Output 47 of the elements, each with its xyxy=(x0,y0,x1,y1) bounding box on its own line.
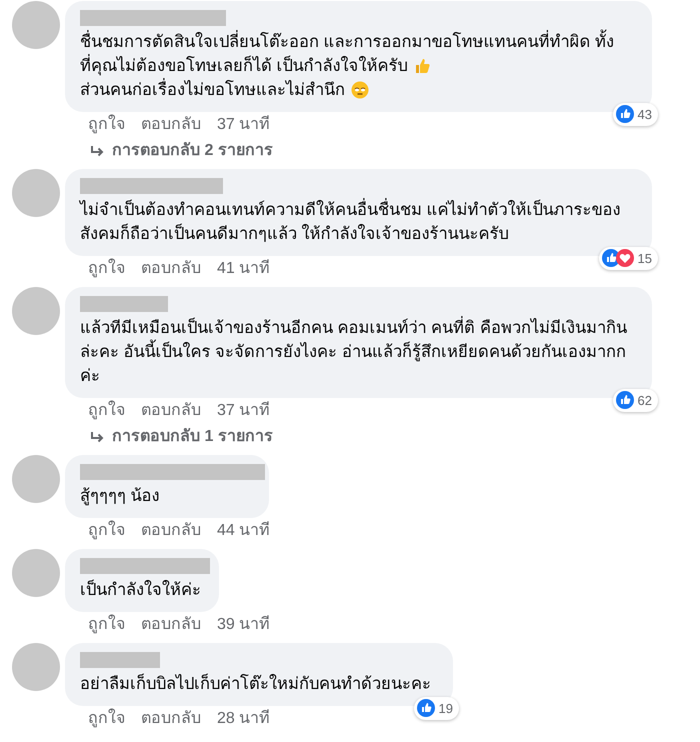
reaction-badge[interactable]: 19 xyxy=(414,696,459,720)
avatar[interactable] xyxy=(12,1,60,49)
reply-link[interactable]: ตอบกลับ xyxy=(141,400,201,421)
timestamp[interactable]: 28 นาที xyxy=(217,708,270,729)
comment-text: ชื่นชมการตัดสินใจเปลี่ยนโต๊ะออก และการออกมาขอโทษแทนคนที่ทำผิด ทั้ง xyxy=(80,30,614,54)
timestamp[interactable]: 37 นาที xyxy=(217,114,270,135)
comment-text: สังคมก็ถือว่าเป็นคนดีมากๆแล้ว ให้กำลังใจเจ้าของร้านนะครับ xyxy=(80,222,509,245)
timestamp[interactable]: 44 นาที xyxy=(217,520,270,541)
comment-text: ค่ะ xyxy=(80,366,100,387)
reply-arrow-icon xyxy=(90,144,104,158)
reaction-badge[interactable]: 15 xyxy=(598,246,658,270)
reply-arrow-icon xyxy=(90,430,104,444)
like-link[interactable]: ถูกใจ xyxy=(88,708,125,729)
comment-text: แล้วทีมีเหมือนเป็นเจ้าของร้านอีกคน คอมเมนท์ว่า คนที่ติ คือพวกไม่มีเงินมากิน xyxy=(80,316,627,340)
avatar[interactable] xyxy=(12,287,60,335)
reply-link[interactable]: ตอบกลับ xyxy=(141,114,201,135)
timestamp[interactable]: 39 นาที xyxy=(217,614,270,635)
reaction-count: 19 xyxy=(438,700,453,718)
view-replies-link[interactable]: การตอบกลับ 2 รายการ xyxy=(90,141,273,161)
comment-text: ที่คุณไม่ต้องขอโทษเลยก็ได้ เป็นกำลังใจให้ครับ xyxy=(80,54,408,78)
reaction-count: 62 xyxy=(638,392,652,410)
avatar[interactable] xyxy=(12,643,60,691)
reaction-badge[interactable]: 62 xyxy=(612,388,658,412)
reaction-badge[interactable]: 43 xyxy=(612,102,658,126)
comment-text: อย่าลืมเก็บบิลไปเก็บค่าโต๊ะใหม่กับคนทำด้วยนะคะ xyxy=(80,672,431,695)
like-link[interactable]: ถูกใจ xyxy=(88,614,125,635)
avatar[interactable] xyxy=(12,169,60,217)
timestamp[interactable]: 37 นาที xyxy=(217,400,270,421)
reaction-count: 15 xyxy=(638,250,652,268)
reply-link[interactable]: ตอบกลับ xyxy=(141,708,201,729)
reply-link[interactable]: ตอบกลับ xyxy=(141,614,201,635)
reply-link[interactable]: ตอบกลับ xyxy=(141,258,201,279)
comment-text: สู้ๆๆๆๆ น้อง xyxy=(80,486,160,508)
like-link[interactable]: ถูกใจ xyxy=(88,114,125,135)
comment-text: ไม่จำเป็นต้องทำคอนเทนท์ความดีให้คนอื่นชื่นชม แค่ไม่ทำตัวให้เป็นภาระของ xyxy=(80,198,621,222)
avatar[interactable] xyxy=(12,549,60,597)
timestamp[interactable]: 41 นาที xyxy=(217,258,270,279)
like-link[interactable]: ถูกใจ xyxy=(88,520,125,541)
view-replies-link[interactable]: การตอบกลับ 1 รายการ xyxy=(90,427,273,447)
like-link[interactable]: ถูกใจ xyxy=(88,400,125,421)
comment-text: ส่วนคนก่อเรื่องไม่ขอโทษและไม่สำนึก xyxy=(80,78,345,102)
reply-link[interactable]: ตอบกลับ xyxy=(141,520,201,541)
comment-text: ล่ะคะ อันนี้เป็นใคร จะจัดการยังไงคะ อ่านแล้วก็รู้สึกเหยียดคนด้วยกันเองมากก xyxy=(80,340,626,364)
like-link[interactable]: ถูกใจ xyxy=(88,258,125,279)
avatar[interactable] xyxy=(12,455,60,503)
comment-text: เป็นกำลังใจให้ค่ะ xyxy=(80,578,201,601)
reaction-count: 43 xyxy=(638,106,652,124)
